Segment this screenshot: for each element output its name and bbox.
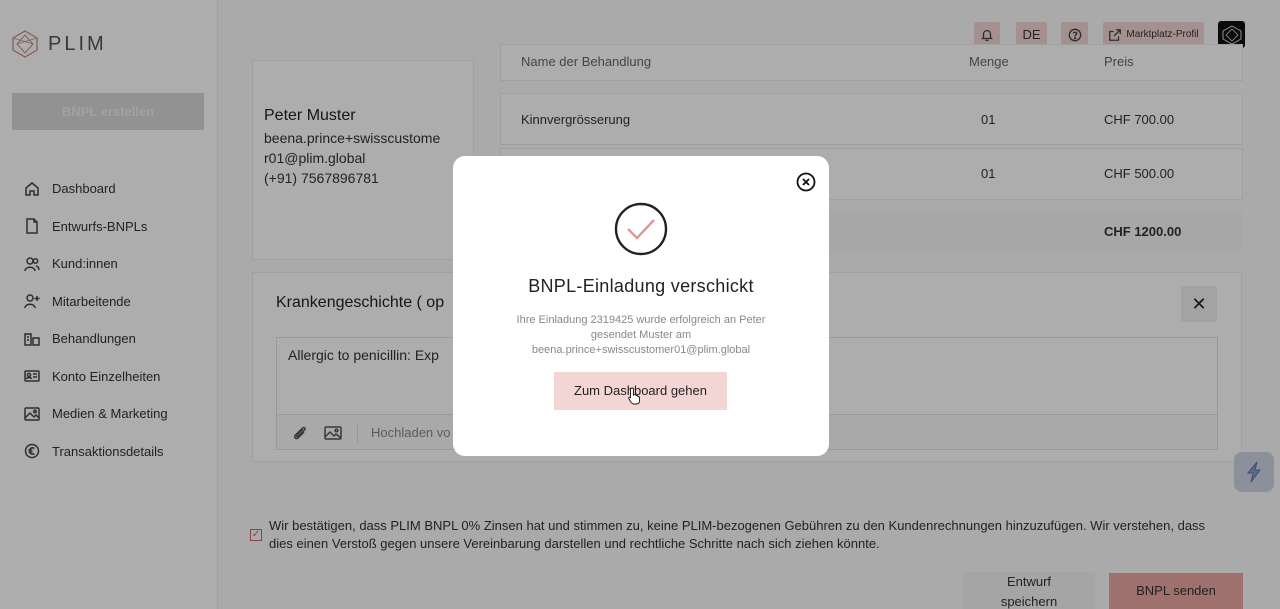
modal-description: Ihre Einladung 2319425 wurde erfolgreich… bbox=[501, 313, 781, 358]
hand-cursor-icon bbox=[628, 387, 640, 405]
success-check-icon bbox=[614, 202, 668, 256]
modal-title: BNPL-Einladung verschickt bbox=[528, 276, 754, 296]
modal-description-line3: beena.prince+swisscustomer01@plim.global bbox=[531, 344, 751, 356]
modal-description-line2: gesendet Muster am bbox=[590, 329, 692, 341]
success-modal: BNPL-Einladung verschickt Ihre Einladung… bbox=[453, 156, 829, 456]
go-to-dashboard-button[interactable]: Zum Dashboard gehen bbox=[554, 372, 727, 410]
close-icon[interactable] bbox=[796, 172, 816, 192]
modal-description-line1: Ihre Einladung 2319425 wurde erfolgreich… bbox=[516, 314, 766, 326]
